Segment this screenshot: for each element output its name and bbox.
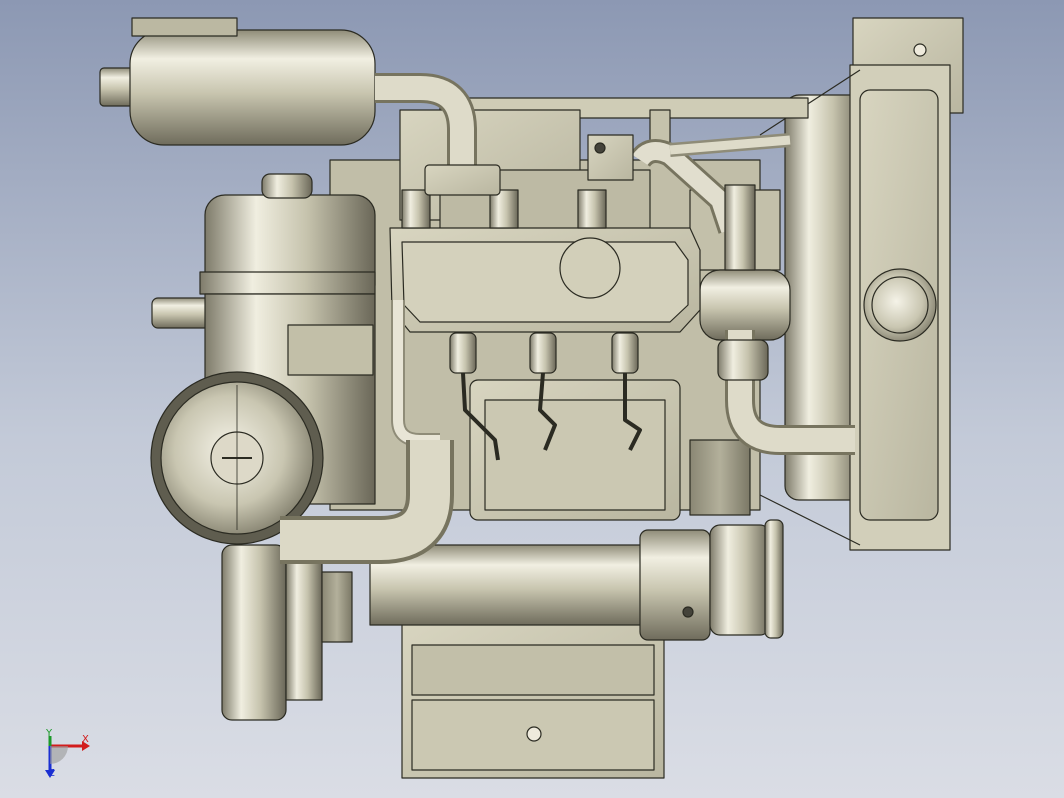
z-axis-label: Z [48,768,55,779]
cad-graphics-viewport[interactable]: X Y Z [0,0,1064,798]
valve-cover[interactable] [389,227,701,333]
axis-triad: X Y Z [38,728,98,786]
engine-model[interactable] [0,0,1064,798]
crank-pulley-left[interactable] [221,544,353,721]
x-axis-label: X [82,734,89,745]
mounting-frame[interactable] [401,619,665,779]
exhaust-muffler[interactable] [99,17,376,146]
y-axis-label: Y [46,728,53,739]
